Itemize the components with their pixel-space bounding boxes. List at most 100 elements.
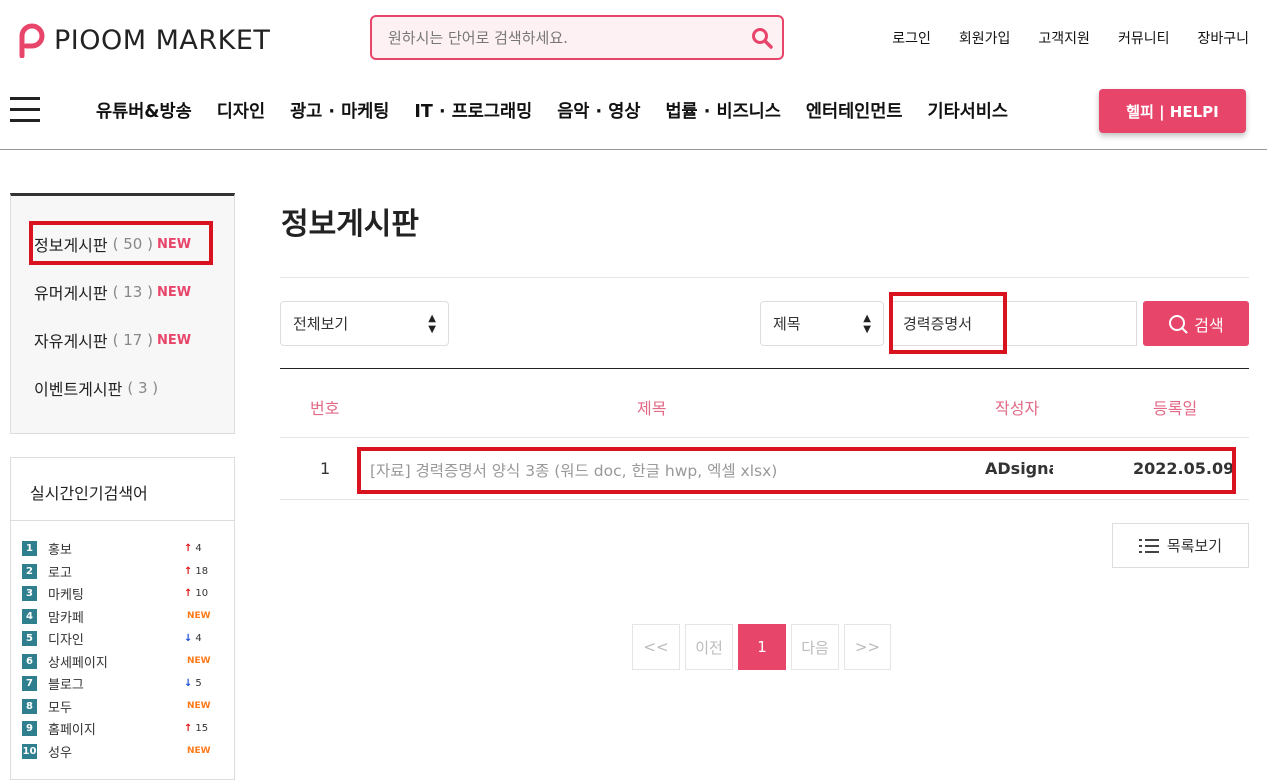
rank-change-value: 10 <box>195 588 209 599</box>
divider <box>11 520 234 521</box>
hamburger-menu-icon[interactable] <box>10 97 40 123</box>
rank-change-value: NEW <box>187 611 211 621</box>
filter-select-value: 전체보기 <box>293 315 349 333</box>
nav-item-it[interactable]: IT · 프로그래밍 <box>414 98 532 123</box>
popular-keyword-item[interactable]: 1 홍보 ↑ 4 <box>22 540 212 558</box>
category-menu: 유튜버&방송 디자인 광고 · 마케팅 IT · 프로그래밍 음악 · 영상 법… <box>96 98 1008 123</box>
popular-keyword-item[interactable]: 4 맘카페 NEW <box>22 608 212 626</box>
list-view-label: 목록보기 <box>1166 537 1223 555</box>
divider <box>280 499 1249 500</box>
search-button-label: 검색 <box>1194 315 1224 335</box>
global-search-input[interactable] <box>372 28 742 47</box>
rank-change-value: 4 <box>195 543 202 554</box>
rank-number: 7 <box>22 676 37 691</box>
rank-change-value: 5 <box>195 678 202 689</box>
popular-keyword-item[interactable]: 10 성우 NEW <box>22 743 212 761</box>
support-link[interactable]: 고객지원 <box>1038 28 1090 48</box>
page-1-button[interactable]: 1 <box>738 624 786 670</box>
rank-number: 4 <box>22 608 37 624</box>
arrow-down-icon: ↓ <box>184 678 193 689</box>
rank-change: NEW <box>184 656 212 666</box>
rank-change-value: 18 <box>195 565 209 577</box>
board-count: ( 17 ) <box>112 331 153 349</box>
nav-item-entertainment[interactable]: 엔터테인먼트 <box>806 98 903 123</box>
rank-change-value: 15 <box>195 723 209 734</box>
popular-keyword-item[interactable]: 2 로고 ↑ 18 <box>22 563 212 581</box>
page-title: 정보게시판 <box>281 207 419 242</box>
arrow-down-icon: ↓ <box>184 633 193 644</box>
nav-item-etc[interactable]: 기타서비스 <box>927 98 1008 123</box>
rank-change: ↑ 18 <box>184 566 212 577</box>
arrow-up-icon: ↑ <box>184 543 193 554</box>
sidebar-item-free-board[interactable]: 자유게시판 ( 17 ) NEW <box>34 328 191 352</box>
rank-change: ↓ 4 <box>184 633 212 644</box>
board-name: 이벤트게시판 <box>34 380 123 399</box>
search-field-select[interactable]: 제목 ▲ ▼ <box>760 301 884 346</box>
global-search <box>370 15 784 60</box>
search-icon[interactable] <box>742 18 782 58</box>
column-header-date: 등록일 <box>1153 399 1198 418</box>
page-first-button[interactable]: << <box>632 624 680 670</box>
popular-keyword-item[interactable]: 7 블로그 ↓ 5 <box>22 675 212 693</box>
popular-keyword-item[interactable]: 6 상세페이지 NEW <box>22 653 212 671</box>
popular-keyword-item[interactable]: 8 모두 NEW <box>22 698 212 716</box>
helpi-button[interactable]: 헬피 | HELPI <box>1099 89 1246 133</box>
nav-item-law-business[interactable]: 법률 · 비즈니스 <box>665 98 780 123</box>
rank-number: 3 <box>22 586 37 601</box>
search-icon <box>1169 314 1188 333</box>
nav-item-design[interactable]: 디자인 <box>217 98 265 123</box>
rank-number: 5 <box>22 631 37 646</box>
rank-number: 6 <box>22 653 37 669</box>
rank-number: 1 <box>22 541 37 556</box>
column-header-no: 번호 <box>310 399 340 418</box>
rank-change-value: 4 <box>195 633 202 644</box>
keyword-text: 홍보 <box>48 543 72 558</box>
arrow-up-icon: ↑ <box>184 723 193 734</box>
keyword-text: 맘카페 <box>48 610 84 626</box>
page-last-button[interactable]: >> <box>844 624 891 670</box>
rank-change: NEW <box>184 746 212 756</box>
sidebar-item-humor-board[interactable]: 유머게시판 ( 13 ) NEW <box>34 280 191 304</box>
sidebar-item-event-board[interactable]: 이벤트게시판 ( 3 ) <box>34 376 158 400</box>
site-logo[interactable]: PIOOM MARKET <box>14 20 270 60</box>
community-link[interactable]: 커뮤니티 <box>1118 28 1170 48</box>
divider <box>280 437 1249 438</box>
row-number: 1 <box>320 459 331 478</box>
new-badge: NEW <box>156 332 192 348</box>
rank-change-value: NEW <box>187 701 211 711</box>
filter-select[interactable]: 전체보기 ▲ ▼ <box>280 301 449 346</box>
list-view-button[interactable]: 목록보기 <box>1112 523 1249 568</box>
keyword-text: 로고 <box>48 565 72 581</box>
popular-keyword-item[interactable]: 3 마케팅 ↑ 10 <box>22 585 212 603</box>
popular-keyword-item[interactable]: 9 홈페이지 ↑ 15 <box>22 720 212 738</box>
rank-change-value: NEW <box>187 746 211 756</box>
nav-item-youtuber[interactable]: 유튜버&방송 <box>96 98 192 123</box>
pioom-logo-icon <box>19 23 45 58</box>
signup-link[interactable]: 회원가입 <box>959 28 1011 48</box>
select-arrows-icon: ▲ ▼ <box>863 312 871 335</box>
table-top-border <box>280 368 1249 369</box>
divider <box>280 277 1249 278</box>
keyword-text: 디자인 <box>48 633 84 648</box>
arrow-up-icon: ↑ <box>184 588 193 599</box>
rank-change: NEW <box>184 611 212 621</box>
rank-number: 2 <box>22 563 37 579</box>
popular-keyword-item[interactable]: 5 디자인 ↓ 4 <box>22 630 212 648</box>
board-count: ( 13 ) <box>112 283 153 301</box>
page-next-button[interactable]: 다음 <box>791 624 839 670</box>
rank-change: ↑ 15 <box>184 723 212 734</box>
login-link[interactable]: 로그인 <box>892 28 931 48</box>
rank-change: ↑ 4 <box>184 543 212 554</box>
keyword-text: 마케팅 <box>48 588 84 603</box>
rank-change: ↓ 5 <box>184 678 212 689</box>
rank-number: 10 <box>22 743 37 759</box>
nav-item-music-video[interactable]: 음악 · 영상 <box>557 98 640 123</box>
nav-item-marketing[interactable]: 광고 · 마케팅 <box>290 98 389 123</box>
highlight-box-board <box>29 221 213 265</box>
page-prev-button[interactable]: 이전 <box>685 624 733 670</box>
column-header-title: 제목 <box>637 399 667 418</box>
rank-number: 9 <box>22 721 37 736</box>
column-header-author: 작성자 <box>995 399 1040 418</box>
cart-link[interactable]: 장바구니 <box>1197 28 1249 48</box>
board-search-button[interactable]: 검색 <box>1143 301 1249 346</box>
